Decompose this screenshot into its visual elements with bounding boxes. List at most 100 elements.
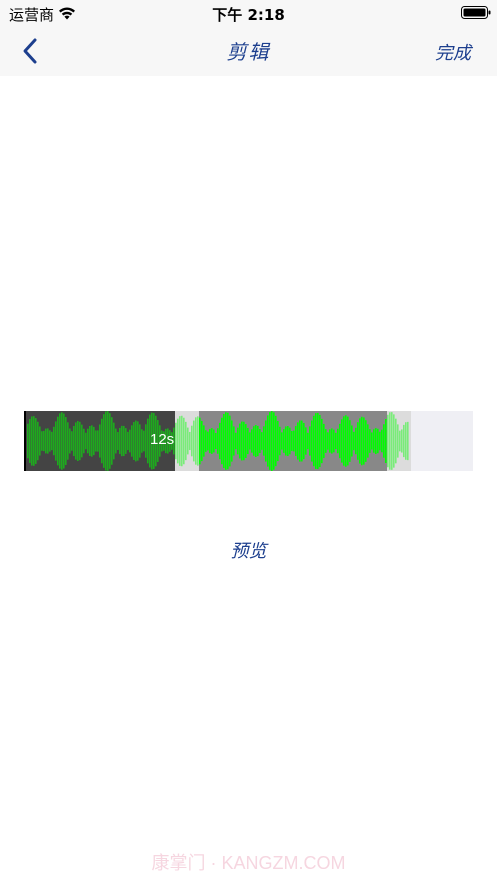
waveform-bar [397, 424, 399, 458]
waveform-bar [147, 418, 149, 464]
waveform-bar [245, 424, 247, 458]
waveform-bar [133, 422, 135, 460]
waveform-bar [193, 420, 195, 462]
waveform-bar [35, 418, 37, 464]
waveform-bar [227, 412, 229, 470]
waveform-bar [53, 426, 55, 456]
waveform-bar [67, 422, 69, 460]
done-button[interactable]: 完成 [435, 39, 471, 65]
waveform-bar [135, 420, 137, 462]
waveform-bar [209, 428, 211, 454]
waveform-bar [371, 432, 373, 450]
waveform-bar [107, 411, 109, 471]
waveform-bar [129, 429, 131, 453]
waveform-bar [81, 424, 83, 458]
waveform-bar [101, 418, 103, 464]
waveform-bar [329, 429, 331, 453]
waveform-bar [55, 421, 57, 461]
waveform-bar [369, 429, 371, 453]
waveform-bar [271, 411, 273, 471]
waveform-bar [341, 419, 343, 463]
waveform-bar [301, 420, 303, 462]
waveform-bar [207, 431, 209, 451]
waveform-bar [211, 428, 213, 454]
waveform-bar [285, 426, 287, 456]
battery-icon [461, 6, 491, 19]
waveform-bar [287, 425, 289, 457]
waveform-bar [231, 420, 233, 462]
waveform-bar [61, 412, 63, 470]
waveform-bar [385, 419, 387, 463]
waveform-bar [99, 424, 101, 458]
waveform-bar [75, 422, 77, 460]
waveform-bar [95, 430, 97, 452]
waveform-track[interactable] [24, 411, 473, 471]
waveform-bar [257, 425, 259, 457]
waveform-bar [347, 416, 349, 466]
waveform-bar [143, 430, 145, 452]
waveform-bar [239, 423, 241, 459]
waveform-bar [85, 432, 87, 450]
waveform-bar [269, 412, 271, 470]
waveform-bar [199, 417, 201, 465]
waveform-bar [279, 426, 281, 456]
waveform-bar [327, 432, 329, 450]
waveform-bar [367, 424, 369, 458]
waveform-bar [145, 424, 147, 458]
waveform-bar [195, 417, 197, 465]
waveform-bar [299, 420, 301, 462]
waveform-bar [29, 419, 31, 463]
waveform-bar [343, 416, 345, 466]
waveform-bar [117, 432, 119, 450]
waveform-bar [221, 417, 223, 465]
waveform-bar [131, 425, 133, 457]
waveform-bar [73, 425, 75, 457]
waveform-bar [323, 423, 325, 459]
waveform-bar [111, 417, 113, 465]
waveform-bar [91, 425, 93, 457]
waveform-bar [51, 431, 53, 451]
waveform-bar [41, 431, 43, 451]
waveform-bar [293, 430, 295, 452]
waveform-bar [389, 412, 391, 470]
waveform-bar [175, 422, 177, 460]
waveform-bar [331, 428, 333, 454]
waveform-bar [243, 421, 245, 461]
nav-bar: 剪辑 完成 [0, 26, 497, 76]
waveform-bar [215, 432, 217, 450]
waveform-bar [183, 417, 185, 465]
waveform-bar [187, 427, 189, 455]
waveform-bar [399, 430, 401, 452]
waveform-bar [203, 425, 205, 457]
waveform-bar [275, 415, 277, 467]
waveform-bar [197, 416, 199, 466]
waveform-bar [233, 426, 235, 456]
waveform-bar [277, 420, 279, 462]
waveform-bar [337, 428, 339, 454]
waveform-bar [339, 423, 341, 459]
waveform-bar [31, 416, 33, 466]
waveform-bar [83, 428, 85, 454]
waveform-bar [405, 422, 407, 460]
current-time-label: 12s [150, 431, 175, 448]
waveform-bar [181, 415, 183, 467]
waveform-bar [295, 426, 297, 456]
waveform-bar [113, 422, 115, 460]
waveform-bar [307, 432, 309, 450]
waveform-bar [97, 430, 99, 452]
waveform-bar [45, 428, 47, 454]
waveform-bar [219, 422, 221, 460]
waveform-bar [259, 429, 261, 453]
waveform-bar [223, 413, 225, 469]
waveform-bar [387, 414, 389, 468]
waveform-bar [63, 413, 65, 469]
waveform-bar [391, 412, 393, 470]
waveform-bar [191, 425, 193, 457]
waveform-bar [119, 427, 121, 455]
preview-button[interactable]: 预览 [0, 537, 497, 563]
waveform-bar [373, 429, 375, 453]
waveform-bar [87, 428, 89, 454]
waveform-bar [49, 430, 51, 452]
waveform-bar [201, 420, 203, 462]
waveform [24, 411, 411, 471]
